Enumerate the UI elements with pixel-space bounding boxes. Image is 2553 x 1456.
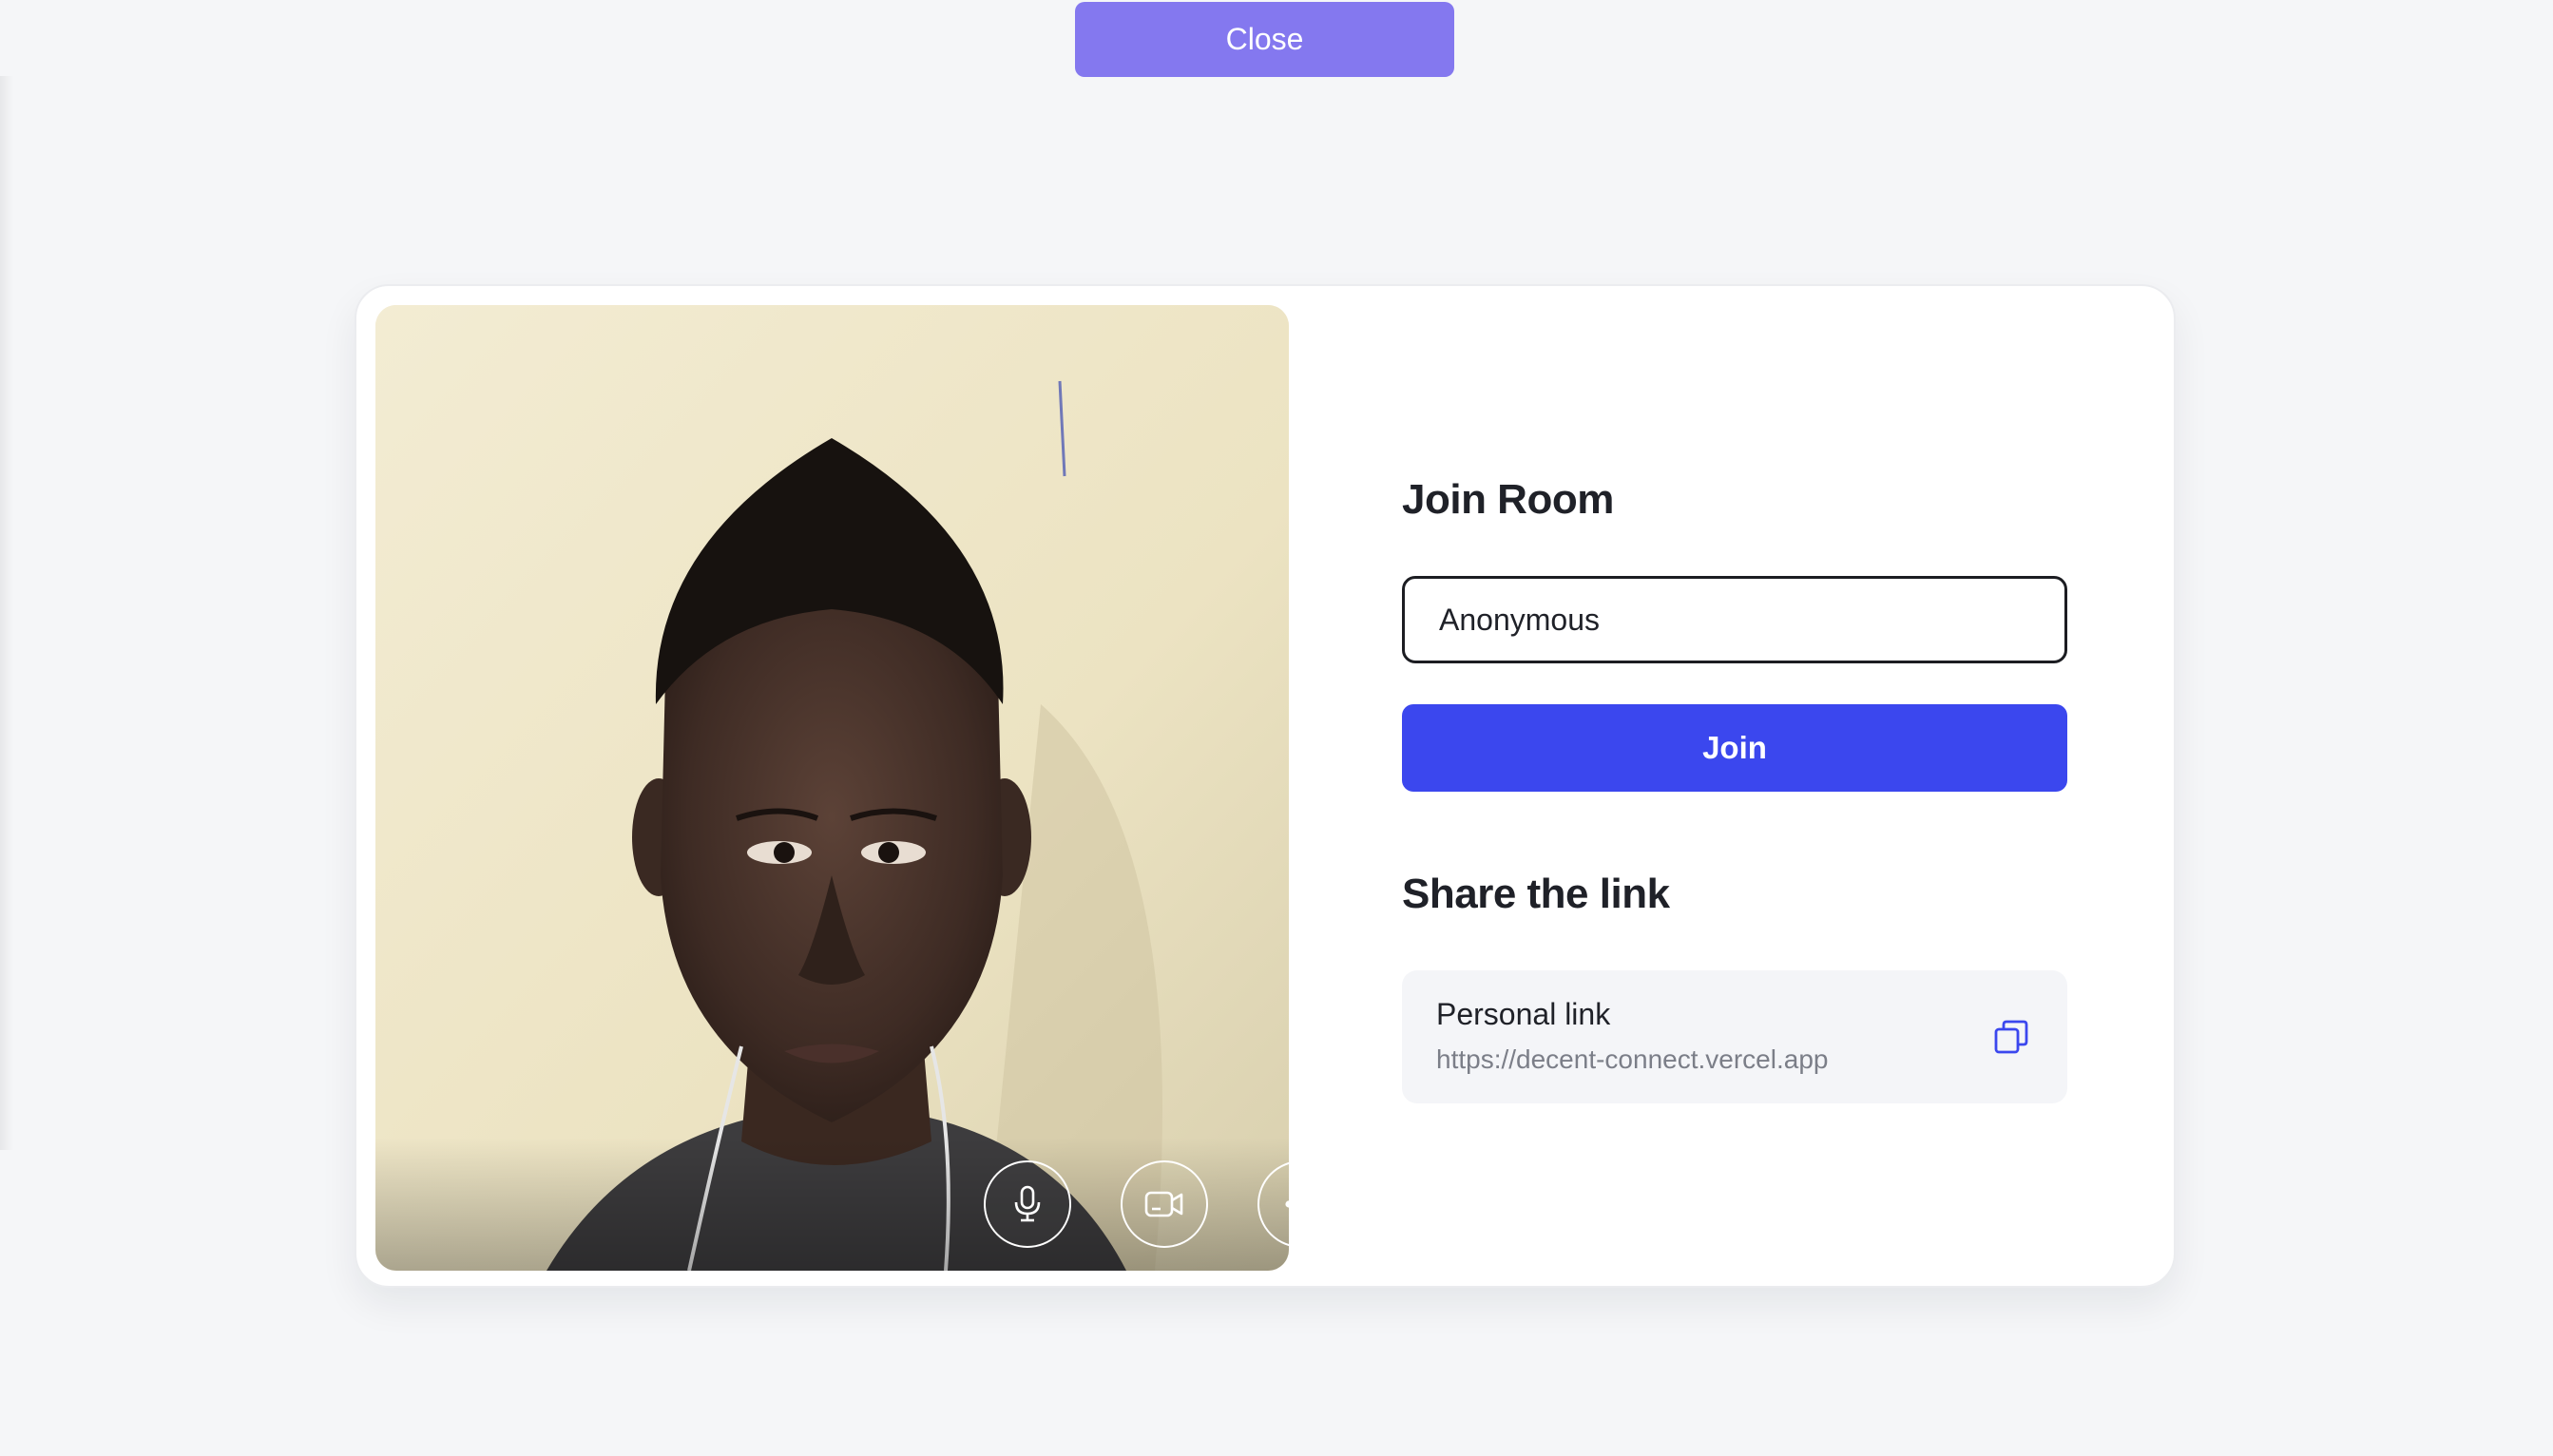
camera-toggle-button[interactable] xyxy=(1121,1160,1208,1248)
personal-link-label: Personal link xyxy=(1436,997,1611,1031)
personal-link-url: https://decent-connect.vercel.app xyxy=(1436,1044,1829,1074)
copy-icon[interactable] xyxy=(1993,1019,2029,1055)
close-button[interactable]: Close xyxy=(1075,2,1454,77)
microphone-icon xyxy=(1014,1185,1041,1222)
share-link-title: Share the link xyxy=(1402,871,1670,917)
app-root: Close Join Room Anonymous Join Share the… xyxy=(0,0,2553,1456)
microphone-toggle-button[interactable] xyxy=(984,1160,1071,1248)
display-name-input[interactable] xyxy=(1402,576,2067,663)
side-panel-shadow xyxy=(0,76,13,1150)
camera-preview xyxy=(375,305,1289,1271)
camera-preview-image xyxy=(375,305,1289,1271)
video-camera-icon xyxy=(1144,1191,1183,1217)
more-options-button[interactable] xyxy=(1257,1160,1345,1248)
more-options-icon xyxy=(1285,1200,1317,1208)
join-button[interactable]: Join xyxy=(1402,704,2067,792)
join-room-card: Join Room Join Share the link Personal l… xyxy=(355,284,2176,1288)
join-room-title: Join Room xyxy=(1402,476,1614,523)
personal-link-box: Personal link https://decent-connect.ver… xyxy=(1402,970,2067,1103)
